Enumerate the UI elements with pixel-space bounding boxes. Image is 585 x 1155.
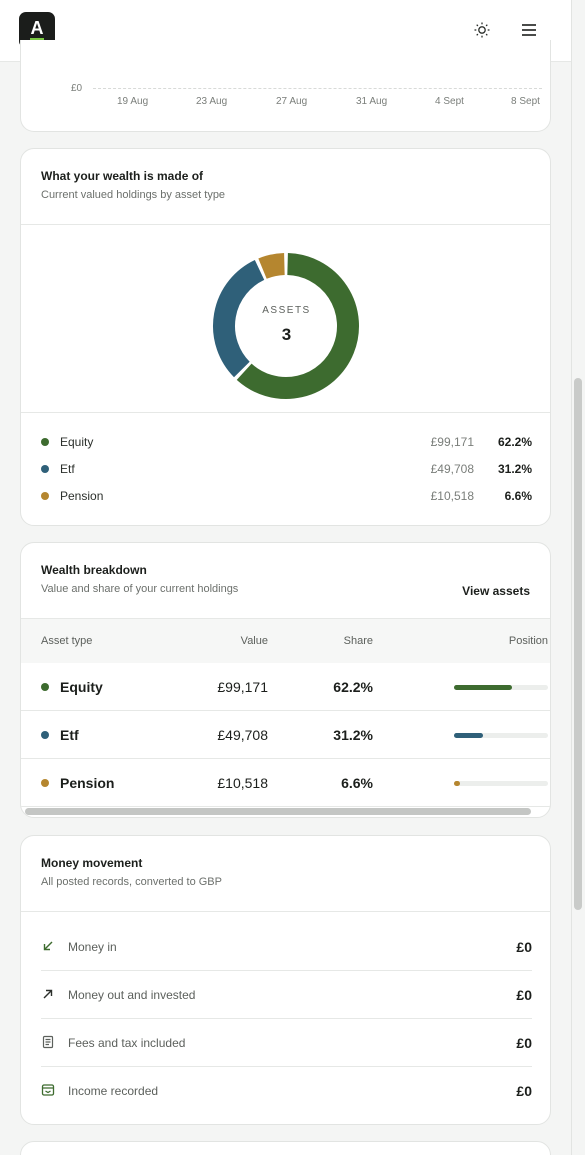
- theme-toggle-button[interactable]: [470, 18, 494, 42]
- legend-item: Etf £49,708 31.2%: [41, 459, 532, 479]
- page-scrollbar[interactable]: [571, 0, 585, 1155]
- legend-dot: [41, 465, 49, 473]
- table-header: Asset type Value Share Position: [21, 619, 550, 663]
- y-tick-label: £0: [71, 83, 83, 94]
- money-row-label: Income recorded: [68, 1084, 159, 1098]
- table-row[interactable]: Pension £10,518 6.6%: [21, 759, 550, 807]
- asset-dot: [41, 683, 49, 691]
- legend-dot: [41, 438, 49, 446]
- donut-slice-etf[interactable]: [213, 259, 265, 378]
- asset-share: 6.6%: [341, 775, 373, 791]
- column-header-asset-type[interactable]: Asset type: [41, 635, 92, 647]
- legend-share: 6.6%: [504, 489, 532, 503]
- legend-item: Pension £10,518 6.6%: [41, 486, 532, 506]
- money-row-value: £0: [516, 1083, 532, 1099]
- money-row-value: £0: [516, 939, 532, 955]
- column-header-value[interactable]: Value: [241, 635, 268, 647]
- card-subtitle: Value and share of your current holdings: [41, 583, 239, 595]
- table-row[interactable]: Equity £99,171 62.2%: [21, 663, 550, 711]
- donut-center-value: 3: [281, 325, 292, 344]
- money-row: Fees and tax included £0: [41, 1019, 532, 1067]
- legend-value: £49,708: [430, 462, 474, 476]
- arrow-up-right-icon: [43, 989, 53, 999]
- wealth-composition-card: What your wealth is made of Current valu…: [20, 148, 551, 526]
- x-tick-label: 19 Aug: [117, 96, 149, 107]
- receipt-icon: [42, 1035, 54, 1049]
- card-title: What your wealth is made of: [41, 169, 204, 183]
- asset-dot: [41, 779, 49, 787]
- position-bar-fill: [454, 733, 484, 738]
- money-row: Money in £0: [41, 923, 532, 971]
- card-header: What your wealth is made of Current valu…: [21, 149, 550, 225]
- income-box-icon: [41, 1084, 55, 1096]
- asset-value: £49,708: [217, 727, 268, 743]
- legend-name: Etf: [60, 462, 75, 476]
- legend-name: Equity: [60, 435, 94, 449]
- donut-chart: ASSETS 3: [21, 225, 550, 413]
- money-row-label: Money out and invested: [68, 988, 196, 1002]
- position-bar: [454, 781, 548, 786]
- position-bar: [454, 685, 548, 690]
- column-header-share[interactable]: Share: [344, 635, 373, 647]
- card-title: Money movement: [41, 856, 143, 870]
- position-bar-fill: [454, 781, 461, 786]
- asset-share: 62.2%: [333, 679, 373, 695]
- x-tick-label: 23 Aug: [196, 96, 228, 107]
- money-movement-card: Money movement All posted records, conve…: [20, 835, 551, 1125]
- money-row-label: Fees and tax included: [68, 1036, 186, 1050]
- money-row-label: Money in: [68, 940, 117, 954]
- asset-value: £10,518: [217, 775, 268, 791]
- card-header: Wealth breakdown Value and share of your…: [21, 543, 550, 619]
- card-subtitle: Current valued holdings by asset type: [41, 189, 226, 201]
- asset-name: Etf: [60, 727, 79, 743]
- card-header: Money movement All posted records, conve…: [21, 836, 550, 912]
- donut-slice-pension[interactable]: [258, 253, 286, 279]
- menu-button[interactable]: [517, 18, 541, 42]
- card-title: Wealth breakdown: [41, 563, 147, 577]
- asset-share: 31.2%: [333, 727, 373, 743]
- money-row: Income recorded £0: [41, 1067, 532, 1115]
- asset-value: £99,171: [217, 679, 268, 695]
- column-header-position[interactable]: Position: [509, 635, 548, 647]
- donut-center-label: ASSETS: [262, 305, 311, 316]
- money-row-value: £0: [516, 987, 532, 1003]
- next-card-partial: [20, 1141, 551, 1155]
- asset-dot: [41, 731, 49, 739]
- x-tick-label: 8 Sept: [511, 96, 540, 107]
- position-bar-fill: [454, 685, 513, 690]
- page-scrollbar-thumb[interactable]: [574, 378, 582, 910]
- donut-svg: [213, 253, 359, 399]
- wealth-breakdown-card: Wealth breakdown Value and share of your…: [20, 542, 551, 818]
- position-bar: [454, 733, 548, 738]
- legend-share: 62.2%: [497, 435, 532, 449]
- asset-name: Pension: [60, 775, 115, 791]
- sun-icon: [474, 22, 490, 38]
- x-tick-label: 31 Aug: [356, 96, 388, 107]
- view-assets-link[interactable]: View assets: [462, 584, 530, 598]
- horizontal-scrollbar[interactable]: [25, 808, 531, 815]
- baseline-gridline: [93, 88, 542, 89]
- legend-item: Equity £99,171 62.2%: [41, 432, 532, 452]
- legend-value: £10,518: [430, 489, 474, 503]
- legend-value: £99,171: [430, 435, 474, 449]
- value-chart-card: £0 19 Aug 23 Aug 27 Aug 31 Aug 4 Sept 8 …: [20, 40, 551, 132]
- legend-share: 31.2%: [497, 462, 532, 476]
- legend-name: Pension: [60, 489, 104, 503]
- table-row[interactable]: Etf £49,708 31.2%: [21, 711, 550, 759]
- arrow-down-left-icon: [43, 941, 53, 951]
- hamburger-menu-icon: [522, 24, 536, 36]
- x-tick-label: 27 Aug: [276, 96, 308, 107]
- money-row-value: £0: [516, 1035, 532, 1051]
- x-tick-label: 4 Sept: [435, 96, 464, 107]
- asset-name: Equity: [60, 679, 103, 695]
- legend-dot: [41, 492, 49, 500]
- card-subtitle: All posted records, converted to GBP: [41, 876, 222, 888]
- money-row: Money out and invested £0: [41, 971, 532, 1019]
